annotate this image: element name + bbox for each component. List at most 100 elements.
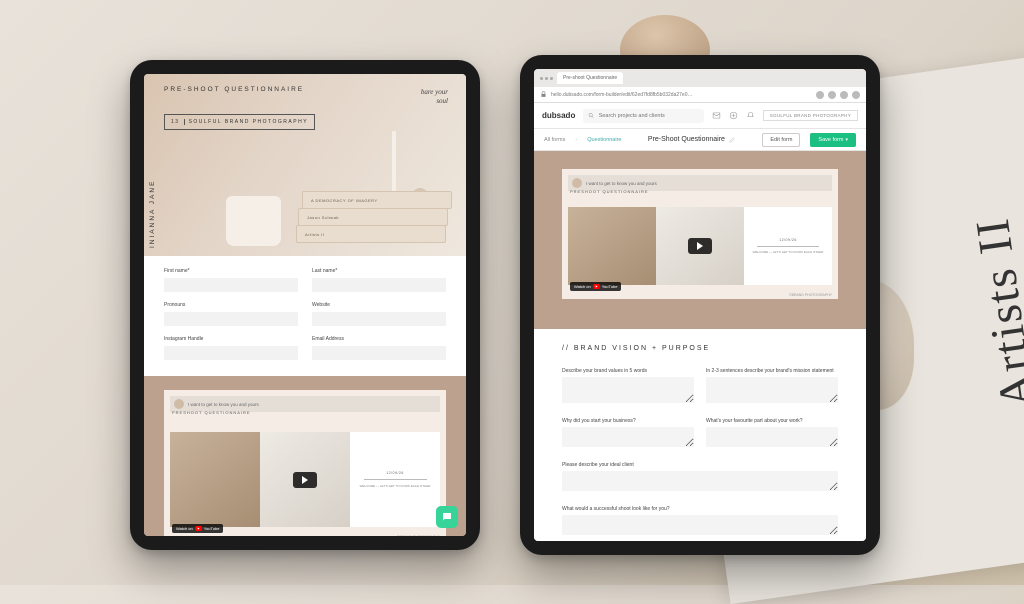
q3-label: Why did you start your business? xyxy=(562,418,694,424)
search-input[interactable] xyxy=(599,113,699,119)
video-footer: ©BRAND PHOTOGRAPHY xyxy=(789,293,832,297)
video-section: I want to get to know you and yours PRES… xyxy=(144,376,466,536)
label-first-name: First name* xyxy=(164,268,298,274)
book-stack: A DEMOCRACY OF IMAGERY Jason Schwab Arti… xyxy=(296,191,446,246)
q6-input[interactable] xyxy=(562,515,838,535)
avatar xyxy=(174,399,184,409)
q2-input[interactable] xyxy=(706,377,838,403)
browser-tab[interactable]: Pre-shoot Questionnaire xyxy=(557,72,623,84)
hero-tagline: bare your soul xyxy=(412,88,448,106)
q1-input[interactable] xyxy=(562,377,694,403)
pencil-icon[interactable] xyxy=(729,136,736,143)
watch-label: Watch on xyxy=(176,526,193,531)
video-date: 12/09/26 xyxy=(386,471,404,475)
video-thumb-1 xyxy=(568,207,656,285)
play-button[interactable] xyxy=(293,472,317,488)
mail-icon[interactable] xyxy=(712,111,721,120)
watch-on-youtube[interactable]: Watch on YouTube xyxy=(172,524,223,533)
bell-icon[interactable] xyxy=(746,111,755,120)
form-section: First name* Last name* Pronouns Website … xyxy=(144,256,466,376)
app-topbar: dubsado SOULFUL BRAND PHOTOGRAPHY xyxy=(534,103,866,129)
label-website: Website xyxy=(312,302,446,308)
video-date: 12/09/26 xyxy=(779,238,797,242)
watch-label: Watch on xyxy=(574,284,591,289)
input-instagram[interactable] xyxy=(164,346,298,360)
hero-title: PRE-SHOOT QUESTIONNAIRE xyxy=(164,86,304,93)
video-thumbs: 12/09/26 WELCOME — LET'S GET TO KNOW EAC… xyxy=(170,432,440,527)
q1-label: Describe your brand values in 5 words xyxy=(562,368,694,374)
builder-bar: All forms › Questionnaire Pre-Shoot Ques… xyxy=(534,129,866,151)
section-heading: // BRAND VISION + PURPOSE xyxy=(562,345,838,352)
url-text: hello.dubsado.com/form-builder/edit/62ed… xyxy=(551,92,812,98)
input-website[interactable] xyxy=(312,312,446,326)
hero-banner: PRE-SHOOT QUESTIONNAIRE 13 SOULFUL BRAND… xyxy=(144,74,466,256)
chat-widget[interactable] xyxy=(436,506,458,528)
tablet-left: PRE-SHOOT QUESTIONNAIRE 13 SOULFUL BRAND… xyxy=(130,60,480,550)
extension-icon[interactable] xyxy=(828,91,836,99)
watch-on-youtube[interactable]: Watch on YouTube xyxy=(570,282,621,291)
q5-label: Please describe your ideal client xyxy=(562,462,838,468)
video-caption: WELCOME — LET'S GET TO KNOW EACH OTHER xyxy=(749,250,828,254)
video-title: I want to get to know you and yours xyxy=(586,181,828,186)
save-form-button[interactable]: Save form▾ xyxy=(810,133,856,147)
chevron-down-icon: ▾ xyxy=(845,137,848,143)
q3-input[interactable] xyxy=(562,427,694,447)
video-card: I want to get to know you and yours PRES… xyxy=(164,390,446,536)
search-icon xyxy=(588,112,594,119)
bg-book-spine: Artists II xyxy=(965,214,1024,412)
q4-input[interactable] xyxy=(706,427,838,447)
brand-name-box: SOULFUL BRAND PHOTOGRAPHY xyxy=(763,110,858,121)
input-email[interactable] xyxy=(312,346,446,360)
book-spine: Jason Schwab xyxy=(307,215,339,220)
book-spine: A DEMOCRACY OF IMAGERY xyxy=(311,198,378,203)
yt-label: YouTube xyxy=(602,284,618,289)
avatar xyxy=(572,178,582,188)
video-thumb-text: 12/09/26 WELCOME — LET'S GET TO KNOW EAC… xyxy=(744,207,832,285)
crumb-questionnaire[interactable]: Questionnaire xyxy=(587,137,621,143)
q6-label: What would a successful shoot look like … xyxy=(562,506,838,512)
play-button[interactable] xyxy=(688,238,712,254)
video-tag: PRESHOOT QUESTIONNAIRE xyxy=(570,189,649,194)
edit-form-button[interactable]: Edit form xyxy=(762,133,800,147)
video-footer: ©BRAND PHOTOGRAPHY xyxy=(397,535,440,536)
search-wrap[interactable] xyxy=(583,109,703,123)
address-bar[interactable]: hello.dubsado.com/form-builder/edit/62ed… xyxy=(534,87,866,103)
extension-icon[interactable] xyxy=(840,91,848,99)
label-last-name: Last name* xyxy=(312,268,446,274)
video-thumb-2 xyxy=(260,432,350,527)
form-canvas: I want to get to know you and yours PRES… xyxy=(534,151,866,541)
window-controls[interactable] xyxy=(540,77,553,80)
crumb-all-forms[interactable]: All forms xyxy=(544,137,565,143)
label-email: Email Address xyxy=(312,336,446,342)
add-icon[interactable] xyxy=(729,111,738,120)
section-brand-vision: // BRAND VISION + PURPOSE Describe your … xyxy=(534,329,866,541)
youtube-icon xyxy=(195,526,202,531)
label-instagram: Instagram Handle xyxy=(164,336,298,342)
brand-logo[interactable]: dubsado xyxy=(542,111,575,120)
video-thumb-2 xyxy=(656,207,744,285)
label-pronouns: Pronouns xyxy=(164,302,298,308)
video-tag: PRESHOOT QUESTIONNAIRE xyxy=(172,410,251,415)
video-card: I want to get to know you and yours PRES… xyxy=(562,169,838,299)
mug xyxy=(226,196,281,246)
form-title: Pre-Shoot Questionnaire xyxy=(631,136,752,143)
hero-vertical-label: INIANNA JANE xyxy=(149,180,156,248)
input-first-name[interactable] xyxy=(164,278,298,292)
video-caption: WELCOME — LET'S GET TO KNOW EACH OTHER xyxy=(356,484,435,488)
appbar-actions xyxy=(712,111,755,120)
chat-icon xyxy=(441,511,453,523)
screen-right: Pre-shoot Questionnaire hello.dubsado.co… xyxy=(534,69,866,541)
video-title: I want to get to know you and yours xyxy=(188,402,436,407)
book-spine: Artists II xyxy=(305,232,324,237)
q2-label: In 2-3 sentences describe your brand's m… xyxy=(706,368,838,374)
profile-avatar-icon[interactable] xyxy=(852,91,860,99)
extension-icon[interactable] xyxy=(816,91,824,99)
tablet-right: Pre-shoot Questionnaire hello.dubsado.co… xyxy=(520,55,880,555)
q4-label: What's your favourite part about your wo… xyxy=(706,418,838,424)
input-last-name[interactable] xyxy=(312,278,446,292)
yt-label: YouTube xyxy=(204,526,220,531)
lock-icon xyxy=(540,91,547,98)
youtube-icon xyxy=(593,284,600,289)
q5-input[interactable] xyxy=(562,471,838,491)
input-pronouns[interactable] xyxy=(164,312,298,326)
